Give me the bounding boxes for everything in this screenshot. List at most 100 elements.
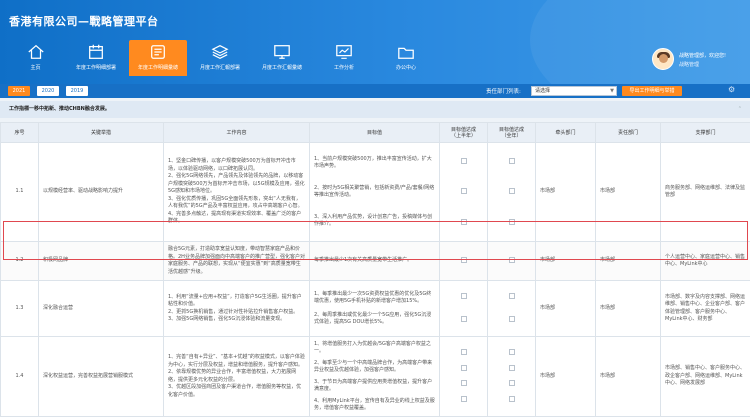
notice-bar: 工作指標一移中拓新、推动CHBN融合发展。 ⌃ — [0, 101, 750, 118]
row-targets: 每季推出最少1次有关高质量宽带生活推广。 — [310, 242, 440, 281]
row-no: 1.4 — [1, 337, 39, 417]
target-item: 1、每季推出最少一次5G资费权益优惠的优化及5G终端优惠，使用5G手机补贴的新增… — [314, 291, 435, 306]
chevron-down-icon: ▼ — [610, 87, 614, 95]
notice-text: 工作指標一移中拓新、推动CHBN融合发展。 — [9, 106, 110, 112]
row-support-dept: 市场部、数字及内容支撑部、网络运维部、销售中心、企业客户部、客户体验管理部、客户… — [661, 281, 750, 337]
dept-select[interactable]: 请选择 ▼ — [531, 86, 617, 96]
avatar[interactable] — [652, 48, 674, 70]
full-year-check-cell — [488, 242, 536, 281]
row-targets: 1、当前户规模突破500万，推出丰富宣传活动，扩大市场声势。 2、按时为5G相关… — [310, 143, 440, 242]
half-year-checkbox[interactable] — [461, 257, 467, 263]
half-year-checkbox[interactable] — [461, 316, 467, 322]
full-year-checkbox[interactable] — [509, 349, 515, 355]
target-item: 3、深入利用产品优势，设计创意广告，投稿媒体与创作推介。 — [314, 214, 435, 229]
nav-label: 工作分析 — [315, 64, 373, 71]
half-year-check-cell — [440, 281, 488, 337]
user-greeting: 战略管理部，欢迎您! — [679, 52, 726, 59]
target-item: 4、利用MyLink平台，宣传自有及异业的线上权益及服务，增值客户权益覆盖。 — [314, 398, 435, 413]
row-resp-dept: 市场部 — [596, 143, 661, 242]
full-year-checkbox[interactable] — [509, 158, 515, 164]
gear-icon[interactable]: ⚙ — [728, 85, 735, 94]
row-targets: 1、将增值服务打入为优越会/5G客户高端客户权益之一。 2、每季至少与一个中高端… — [310, 337, 440, 417]
nav-item-annual-summary[interactable]: 年度工作明細彙總 — [129, 40, 187, 76]
nav-item-annual-detail[interactable]: 年度工作明细部署 — [67, 40, 125, 76]
table-row[interactable]: 1.1 以规模经营率、驱动战略影响力提升 1、坚金口碑传播，以客户规模突破500… — [1, 143, 750, 242]
analysis-monitor-icon — [335, 43, 353, 61]
row-measure: 积极网品牌 — [39, 242, 164, 281]
filter-bar: 2021 2020 2019 责任部门列表: 请选择 ▼ 导出工作明细与举措 ⚙ — [0, 84, 750, 98]
table-row[interactable]: 1.2 积极网品牌 融合5G元素，打造助享宽益认知度，带动智慧家庭产品和价格。2… — [1, 242, 750, 281]
row-resp-dept: 市场部 — [596, 337, 661, 417]
col-header: 关键举措 — [39, 123, 164, 143]
row-support-dept: 市场部、销售中心、客户服务中心、政企客户部、网络运维部、MyLink中心、网络发… — [661, 337, 750, 417]
table-row[interactable]: 1.4 深化权益运营，完善权益拓展营销服模式 1、完善“自有+异业”、“基本+优… — [1, 337, 750, 417]
close-icon[interactable]: ⌃ — [738, 101, 742, 118]
half-year-checkbox[interactable] — [461, 349, 467, 355]
user-panel[interactable]: 战略管理部，欢迎您! 战略管理 — [652, 48, 740, 74]
row-content: 1、完善“自有+异业”、“基本+优越”的权益模式，以客户体验为中心，实行分层及权… — [164, 337, 310, 417]
half-year-checkbox[interactable] — [461, 365, 467, 371]
row-lead-dept: 市场部 — [536, 281, 596, 337]
year-button-2021[interactable]: 2021 — [8, 86, 30, 96]
col-header: 责任部门 — [596, 123, 661, 143]
full-year-check-cell — [488, 143, 536, 242]
full-year-checkbox[interactable] — [509, 316, 515, 322]
half-year-check-cell — [440, 242, 488, 281]
avatar-face — [659, 54, 668, 63]
full-year-checkbox[interactable] — [509, 257, 515, 263]
dept-filter-label: 责任部门列表: — [486, 87, 521, 95]
nav-item-monthly-deploy[interactable]: 月度工作汇報部署 — [191, 40, 249, 76]
stack-layers-icon — [211, 43, 229, 61]
dept-select-value: 请选择 — [535, 88, 550, 94]
col-header: 目标值 — [310, 123, 440, 143]
full-year-checkbox[interactable] — [509, 396, 515, 402]
col-header: 支撑部门 — [661, 123, 750, 143]
half-year-checkbox[interactable] — [461, 293, 467, 299]
nav-label: 年度工作明細彙總 — [129, 64, 187, 71]
target-item: 2、每季至少与一个中高端品牌合作，为高端客户带来异业权益及优越体验，加强客户感知… — [314, 360, 435, 375]
row-no: 1.1 — [1, 143, 39, 242]
half-year-check-cell — [440, 337, 488, 417]
full-year-check-cell — [488, 281, 536, 337]
nav-label: 主页 — [8, 64, 63, 71]
col-header: 序号 — [1, 123, 39, 143]
row-lead-dept: 市场部 — [536, 242, 596, 281]
nav-label: 月度工作汇報彙總 — [253, 64, 311, 71]
full-year-checkbox[interactable] — [509, 365, 515, 371]
full-year-checkbox[interactable] — [509, 219, 515, 225]
report-monitor-icon — [273, 43, 291, 61]
half-year-checkbox[interactable] — [461, 380, 467, 386]
row-no: 1.2 — [1, 242, 39, 281]
full-year-checkbox[interactable] — [509, 380, 515, 386]
home-icon — [27, 43, 45, 61]
export-button[interactable]: 导出工作明细与举措 — [622, 86, 682, 96]
half-year-checkbox[interactable] — [461, 396, 467, 402]
row-resp-dept: 市场部 — [596, 281, 661, 337]
full-year-checkbox[interactable] — [509, 293, 515, 299]
nav-item-monthly-summary[interactable]: 月度工作汇報彙總 — [253, 40, 311, 76]
half-year-checkbox[interactable] — [461, 219, 467, 225]
target-item: 2、按时为5G相关聚营销，包括新资费/产品/套餐/网络等推出宣传活动。 — [314, 185, 435, 200]
row-no: 1.3 — [1, 281, 39, 337]
col-header: 牵头部门 — [536, 123, 596, 143]
half-year-checkbox[interactable] — [461, 188, 467, 194]
row-support-dept: 个人运营中心、家庭运营中心、销售中心、MyLink中心 — [661, 242, 750, 281]
table-row[interactable]: 1.3 深化融合运营 1、利用“流量+应用+权益”，打造客户5G生活圈，提升客户… — [1, 281, 750, 337]
nav-label: 办公中心 — [377, 64, 435, 71]
row-resp-dept: 市场部 — [596, 242, 661, 281]
table-header: 序号 关键举措 工作内容 目标值 目标值达成 （上半年） 目标值达成 （全年） … — [1, 123, 750, 143]
full-year-check-cell — [488, 337, 536, 417]
half-year-checkbox[interactable] — [461, 158, 467, 164]
nav-item-office-center[interactable]: 办公中心 — [377, 40, 435, 76]
full-year-checkbox[interactable] — [509, 188, 515, 194]
nav-item-home[interactable]: 主页 — [8, 40, 63, 76]
year-button-2020[interactable]: 2020 — [37, 86, 59, 96]
half-year-check-cell — [440, 143, 488, 242]
row-content: 融合5G元素，打造助享宽益认知度，带动智慧家庭产品和价格。2H业务品牌加强面向中… — [164, 242, 310, 281]
main-nav: 主页 年度工作明细部署 年度工作明細彙總 月度工作汇報部署 月度工作汇報彙總 工… — [8, 40, 439, 76]
work-table: 序号 关键举措 工作内容 目标值 目标值达成 （上半年） 目标值达成 （全年） … — [0, 122, 750, 417]
row-lead-dept: 市场部 — [536, 337, 596, 417]
row-measure: 以规模经营率、驱动战略影响力提升 — [39, 143, 164, 242]
year-button-2019[interactable]: 2019 — [66, 86, 88, 96]
nav-item-work-analysis[interactable]: 工作分析 — [315, 40, 373, 76]
